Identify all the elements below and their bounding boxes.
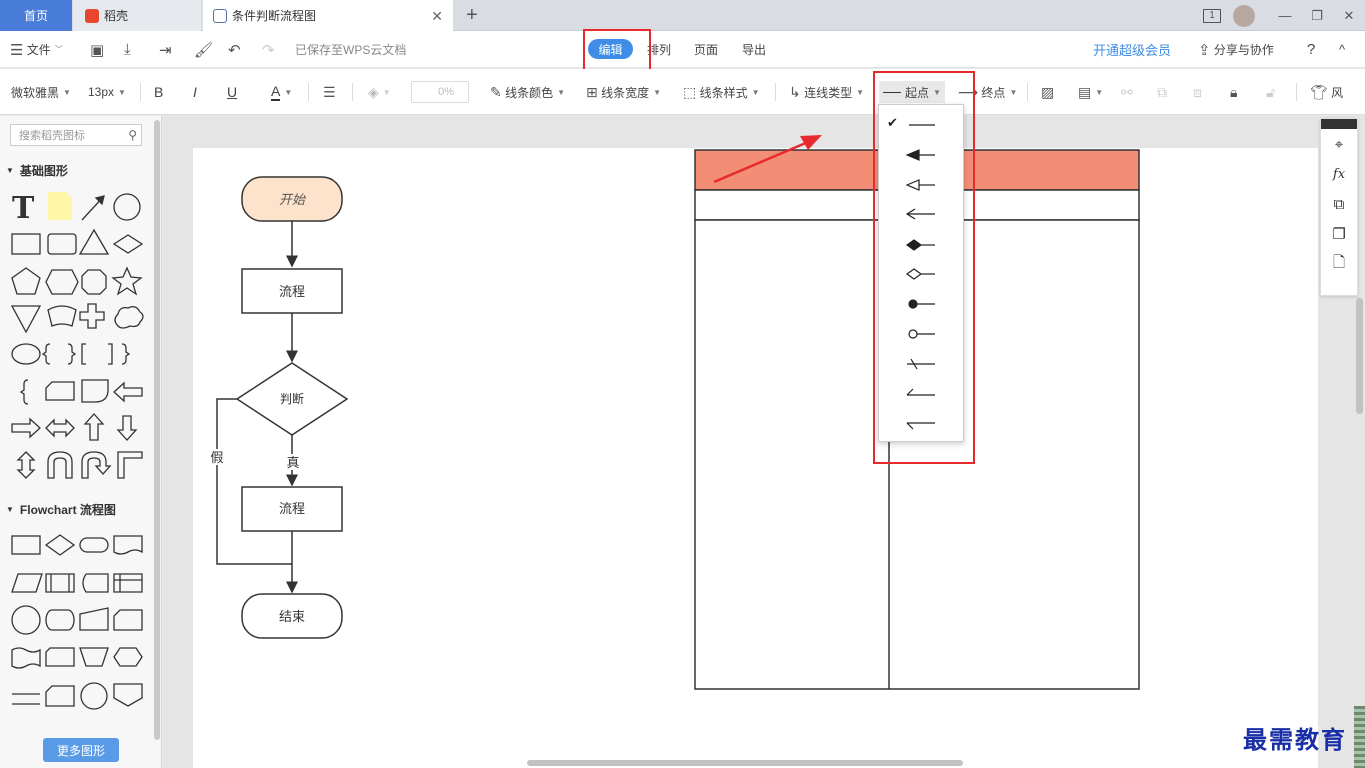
dd-option-diamond-filled[interactable]: [879, 230, 965, 260]
flow-false-label: 假: [210, 450, 223, 465]
dd-option-dash[interactable]: [879, 350, 965, 380]
sidebar-grip-icon: [1354, 706, 1365, 768]
dd-option-half-arrow-up[interactable]: [879, 380, 965, 410]
document-icon[interactable]: 🗋︎: [1321, 249, 1357, 279]
pages-icon[interactable]: ❐: [1321, 219, 1357, 249]
flow-process-label-2: 流程: [279, 501, 305, 516]
horizontal-scrollbar[interactable]: [527, 760, 963, 766]
dd-option-block-filled[interactable]: [879, 140, 965, 170]
dd-option-oval-filled[interactable]: [879, 290, 965, 320]
right-toolbar: ⌖ fx ⧉ ❐ 🗋︎: [1320, 118, 1358, 296]
navigate-icon[interactable]: ⌖: [1321, 129, 1357, 159]
dd-option-half-arrow-down[interactable]: [879, 410, 965, 440]
watermark-text: 最需教育: [1243, 725, 1347, 754]
right-toolbar-header: [1321, 119, 1357, 129]
flow-process-label-1: 流程: [279, 284, 305, 299]
dd-option-diamond-open[interactable]: [879, 260, 965, 290]
start-point-dropdown: ✔: [878, 104, 964, 442]
crop-icon[interactable]: ⧉: [1321, 189, 1357, 219]
formula-icon[interactable]: fx: [1321, 159, 1357, 189]
flow-decision-label: 判断: [280, 391, 304, 406]
flow-true-label: 真: [286, 455, 299, 470]
dd-option-none[interactable]: [879, 110, 965, 140]
dd-option-classic-open[interactable]: [879, 200, 965, 230]
vertical-scrollbar[interactable]: [1356, 298, 1363, 414]
dd-option-oval-open[interactable]: [879, 320, 965, 350]
dd-option-block-open[interactable]: [879, 170, 965, 200]
annotation-arrow-head: [800, 135, 822, 150]
diagram-layer: 开始 流程 判断 真 假 流程 结束: [208, 135, 1140, 690]
flow-end-label: 结束: [279, 609, 305, 624]
flow-start-label: 开始: [279, 192, 306, 207]
start-point-options: [879, 110, 965, 440]
